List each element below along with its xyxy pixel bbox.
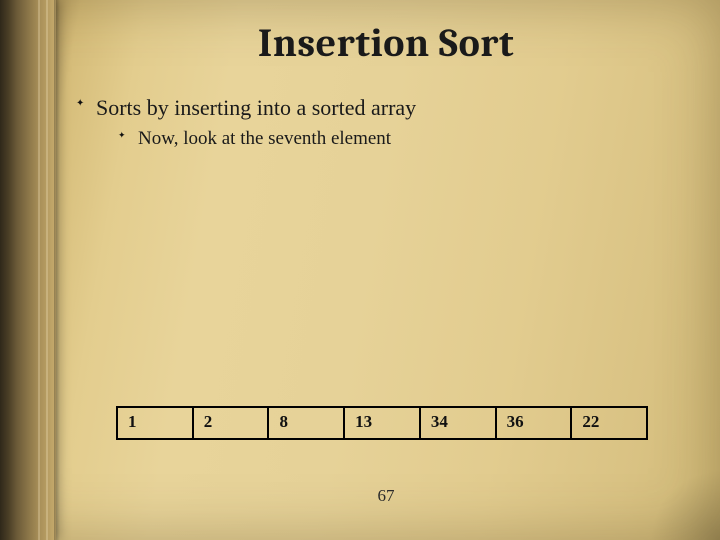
sub-bullet-text: Now, look at the seventh element (138, 128, 391, 149)
array-cell: 13 (345, 408, 421, 438)
array-cell: 36 (497, 408, 573, 438)
sub-bullet-item: Now, look at the seventh element (118, 127, 702, 152)
bullet-item: Sorts by inserting into a sorted array N… (74, 94, 702, 151)
page-edge-shadow (54, 0, 60, 540)
bullet-text: Sorts by inserting into a sorted array (96, 95, 416, 120)
array-cell: 22 (572, 408, 646, 438)
array-cell: 1 (118, 408, 194, 438)
slide-page: Insertion Sort Sorts by inserting into a… (0, 0, 720, 540)
array-cell: 2 (194, 408, 270, 438)
array-cell: 34 (421, 408, 497, 438)
array-row: 1 2 8 13 34 36 22 (116, 406, 648, 440)
book-spine (0, 0, 56, 540)
slide-title: Insertion Sort (70, 20, 702, 66)
page-number: 67 (70, 486, 702, 506)
sub-bullet-list: Now, look at the seventh element (96, 127, 702, 152)
slide-content: Insertion Sort Sorts by inserting into a… (70, 14, 702, 526)
array-cell: 8 (269, 408, 345, 438)
bullet-list: Sorts by inserting into a sorted array N… (70, 94, 702, 151)
